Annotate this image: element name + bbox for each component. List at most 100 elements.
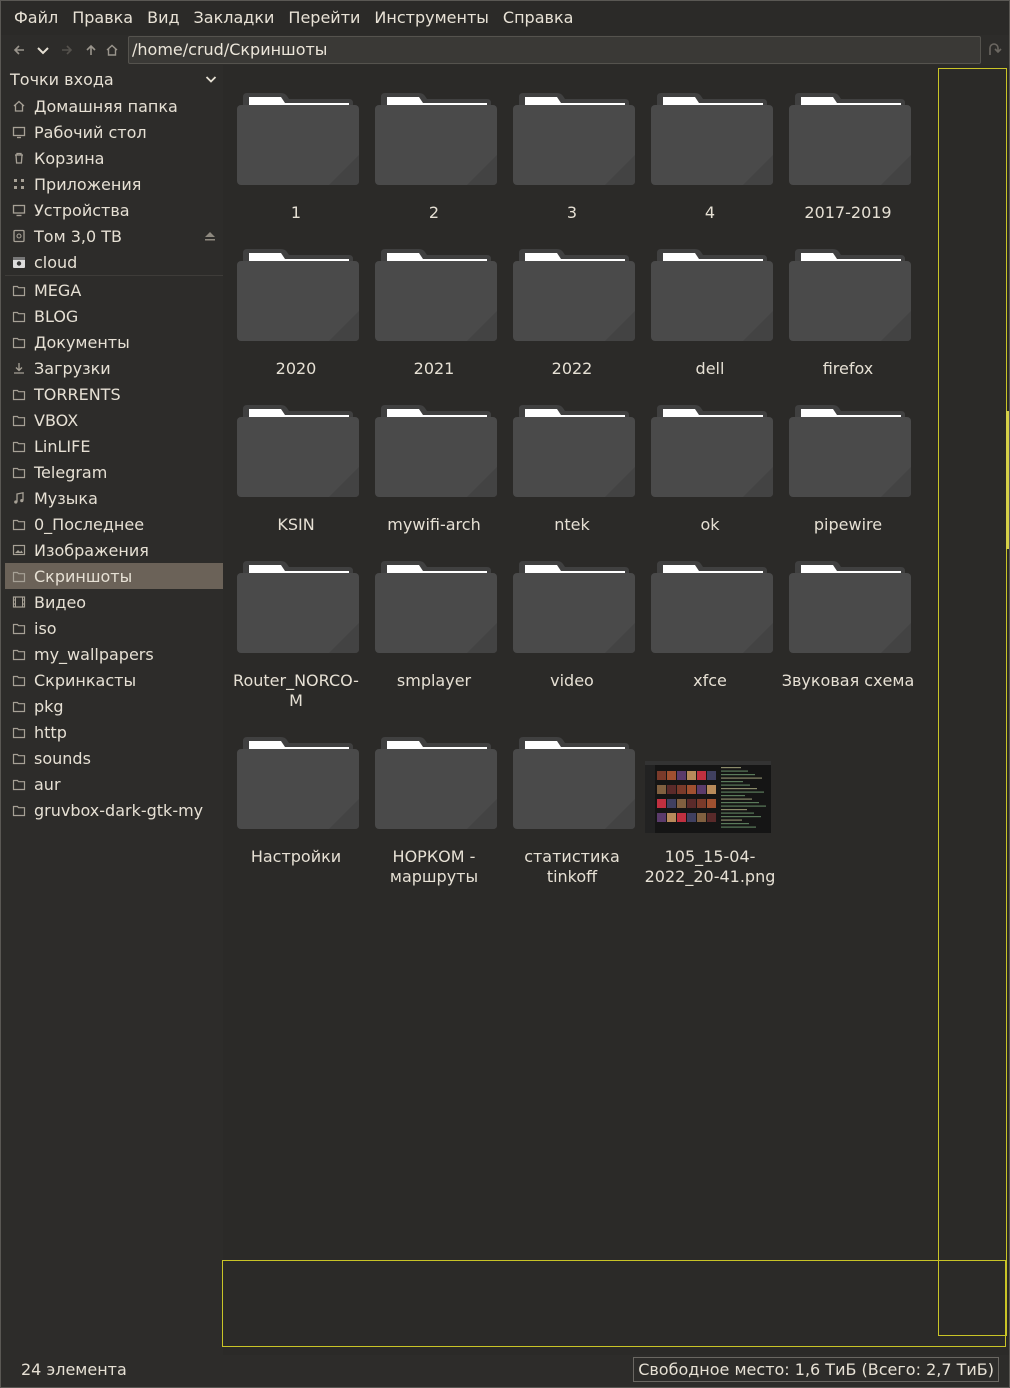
sidebar-item[interactable]: Загрузки bbox=[5, 355, 223, 381]
folder-item[interactable]: 2022 bbox=[503, 247, 641, 397]
folder-item[interactable]: 1 bbox=[227, 91, 365, 241]
folder-item[interactable]: KSIN bbox=[227, 403, 365, 553]
folder-icon bbox=[789, 561, 911, 653]
file-item[interactable]: 105_15-04-2022_20-41.png bbox=[641, 735, 779, 886]
folder-icon bbox=[375, 93, 497, 185]
rubberband-selection-right bbox=[938, 68, 1007, 1336]
history-dropdown-button[interactable] bbox=[31, 38, 55, 62]
folder-item[interactable]: ok bbox=[641, 403, 779, 553]
folder-icon bbox=[11, 464, 27, 480]
drive-icon bbox=[11, 228, 27, 244]
sidebar-item-label: VBOX bbox=[34, 410, 79, 430]
trash-icon bbox=[11, 150, 27, 166]
menu-file[interactable]: Файл bbox=[7, 1, 65, 35]
file-name: pipewire bbox=[813, 515, 883, 534]
folder-icon bbox=[11, 698, 27, 714]
folder-item[interactable]: 2021 bbox=[365, 247, 503, 397]
sidebar-item[interactable]: LinLIFE bbox=[5, 433, 223, 459]
sidebar-item[interactable]: Том 3,0 ТВ bbox=[5, 223, 223, 249]
sidebar-item[interactable]: Музыка bbox=[5, 485, 223, 511]
sidebar-item[interactable]: cloud bbox=[5, 249, 223, 275]
folder-item[interactable]: smplayer bbox=[365, 559, 503, 709]
sidebar-item[interactable]: Приложения bbox=[5, 171, 223, 197]
folder-item[interactable]: firefox bbox=[779, 247, 917, 397]
folder-item[interactable]: НОРКОМ - маршруты bbox=[365, 735, 503, 886]
video-icon bbox=[11, 594, 27, 610]
file-name: 2 bbox=[428, 203, 440, 222]
folder-item[interactable]: video bbox=[503, 559, 641, 709]
folder-icon bbox=[11, 802, 27, 818]
forward-button[interactable] bbox=[55, 38, 79, 62]
sidebar-item-label: sounds bbox=[34, 748, 91, 768]
folder-item[interactable]: Звуковая схема bbox=[779, 559, 917, 709]
sidebar-item[interactable]: VBOX bbox=[5, 407, 223, 433]
sidebar-item-label: LinLIFE bbox=[34, 436, 91, 456]
file-name: video bbox=[550, 671, 594, 690]
sidebar-item[interactable]: my_wallpapers bbox=[5, 641, 223, 667]
folder-item[interactable]: 2017-2019 bbox=[779, 91, 917, 241]
folder-item[interactable]: Настройки bbox=[227, 735, 365, 885]
menu-view[interactable]: Вид bbox=[140, 1, 186, 35]
file-name: dell bbox=[695, 359, 725, 378]
eject-icon[interactable] bbox=[203, 229, 217, 243]
folder-item[interactable]: 2 bbox=[365, 91, 503, 241]
sidebar-item[interactable]: Рабочий стол bbox=[5, 119, 223, 145]
sidebar-item[interactable]: gruvbox-dark-gtk-my bbox=[5, 797, 223, 823]
sidebar-item[interactable]: Скриншоты bbox=[5, 563, 223, 589]
file-name: 2021 bbox=[413, 359, 455, 378]
menu-edit[interactable]: Правка bbox=[65, 1, 140, 35]
home-icon bbox=[11, 98, 27, 114]
sidebar-item[interactable]: Документы bbox=[5, 329, 223, 355]
menu-tools[interactable]: Инструменты bbox=[367, 1, 496, 35]
sidebar-item[interactable]: TORRENTS bbox=[5, 381, 223, 407]
folder-icon bbox=[237, 405, 359, 497]
sidebar-header[interactable]: Точки входа bbox=[5, 65, 223, 93]
sidebar-item[interactable]: Telegram bbox=[5, 459, 223, 485]
sidebar-item[interactable]: Скринкасты bbox=[5, 667, 223, 693]
scrollbar-thumb[interactable] bbox=[1006, 411, 1009, 549]
chevron-down-icon bbox=[37, 47, 49, 55]
folder-item[interactable]: dell bbox=[641, 247, 779, 397]
folder-icon bbox=[513, 405, 635, 497]
folder-item[interactable]: 4 bbox=[641, 91, 779, 241]
folder-icon bbox=[789, 93, 911, 185]
menu-help[interactable]: Справка bbox=[496, 1, 581, 35]
sidebar-item-label: http bbox=[34, 722, 67, 742]
sidebar-item[interactable]: Видео bbox=[5, 589, 223, 615]
folder-icon bbox=[789, 249, 911, 341]
folder-item[interactable]: 3 bbox=[503, 91, 641, 241]
sidebar-item[interactable]: pkg bbox=[5, 693, 223, 719]
folder-item[interactable]: ntek bbox=[503, 403, 641, 553]
sidebar-item[interactable]: http bbox=[5, 719, 223, 745]
sidebar-item[interactable]: MEGA bbox=[5, 277, 223, 303]
sidebar-item[interactable]: aur bbox=[5, 771, 223, 797]
sidebar-item[interactable]: 0_Последнее bbox=[5, 511, 223, 537]
sidebar-item[interactable]: sounds bbox=[5, 745, 223, 771]
folder-item[interactable]: статистика tinkoff bbox=[503, 735, 641, 886]
sidebar-item-label: Устройства bbox=[34, 200, 130, 220]
folder-item[interactable]: 2020 bbox=[227, 247, 365, 397]
sidebar-item-label: cloud bbox=[34, 252, 78, 272]
file-name: mywifi-arch bbox=[387, 515, 481, 534]
folder-item[interactable]: pipewire bbox=[779, 403, 917, 553]
location-bar[interactable]: /home/crud/Скриншоты bbox=[128, 36, 981, 64]
home-button[interactable] bbox=[103, 38, 121, 62]
sidebar-item[interactable]: Устройства bbox=[5, 197, 223, 223]
sidebar-item[interactable]: BLOG bbox=[5, 303, 223, 329]
sidebar-item[interactable]: iso bbox=[5, 615, 223, 641]
folder-item[interactable]: mywifi-arch bbox=[365, 403, 503, 553]
file-view[interactable]: 1 2 3 4 2017-2019 2020 2021 2022 dell firefox KSIN… bbox=[223, 65, 1009, 1355]
back-icon bbox=[13, 45, 24, 55]
reload-icon[interactable] bbox=[985, 41, 1003, 59]
folder-item[interactable]: Router_NORCO-M bbox=[227, 559, 365, 710]
up-button[interactable] bbox=[79, 38, 103, 62]
folder-icon bbox=[11, 750, 27, 766]
back-button[interactable] bbox=[7, 38, 31, 62]
sidebar-item[interactable]: Изображения bbox=[5, 537, 223, 563]
sidebar-item[interactable]: Корзина bbox=[5, 145, 223, 171]
menu-go[interactable]: Перейти bbox=[281, 1, 367, 35]
sidebar-item[interactable]: Домашняя папка bbox=[5, 93, 223, 119]
folder-icon bbox=[237, 93, 359, 185]
menu-bookmarks[interactable]: Закладки bbox=[187, 1, 282, 35]
folder-item[interactable]: xfce bbox=[641, 559, 779, 709]
